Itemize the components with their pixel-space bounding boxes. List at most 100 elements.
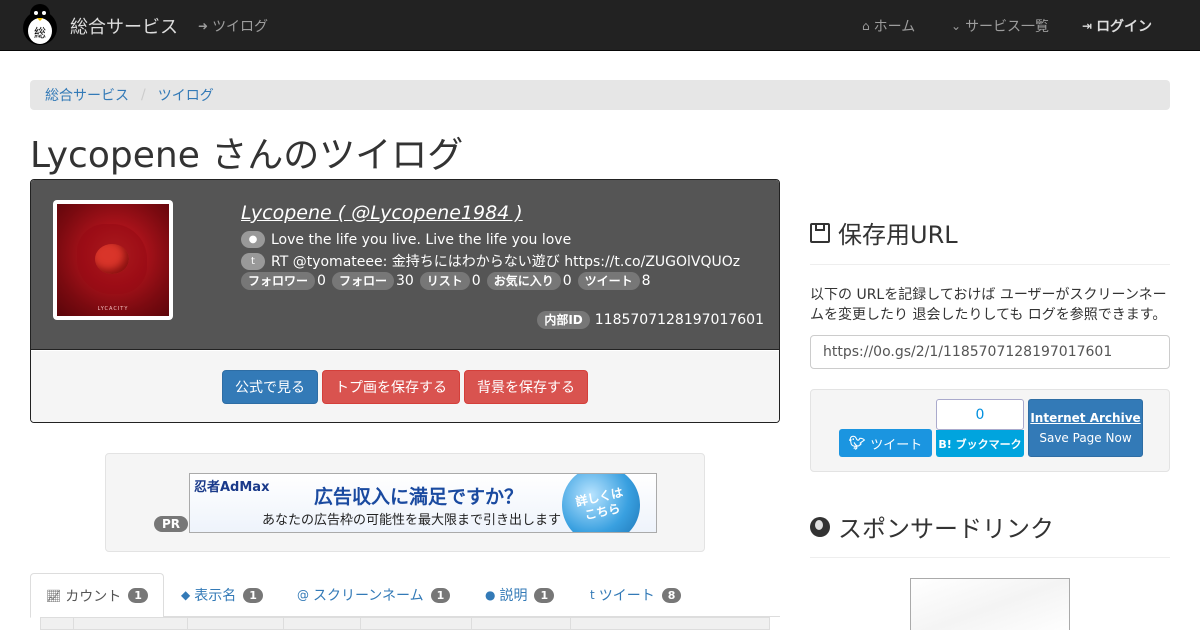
twitter-bird-icon: 🐦︎ <box>848 435 866 451</box>
home-icon: ⌂ <box>862 19 870 33</box>
stat-lists-label: リスト <box>419 272 470 290</box>
tab-description-label: 説明 <box>499 588 528 604</box>
internal-id-label: 内部ID <box>537 311 590 329</box>
hatena-bookmark-count: 0 <box>936 399 1024 430</box>
profile-stats: フォロワー 0 フォロー 30 リスト 0 お気に入り 0 ツイート 8 <box>241 272 655 290</box>
twitter-icon: t <box>241 252 265 270</box>
tab-display-name-badge: 1 <box>243 587 263 603</box>
save-url-heading: 保存用URL <box>810 215 958 250</box>
save-url-field[interactable]: https://0o.gs/2/1/1185707128197017601 <box>810 335 1170 369</box>
tab-display-name[interactable]: ◆ 表示名 1 <box>181 573 263 617</box>
ad-subtext: あなたの広告枠の可能性を最大限まで引き出します <box>262 513 562 528</box>
chevron-down-icon: ⌄ <box>951 19 962 33</box>
at-icon: @ <box>297 588 309 602</box>
breadcrumb-item-home[interactable]: 総合サービス <box>45 85 129 105</box>
brand-link[interactable]: 総合サービス <box>70 13 178 39</box>
profile-panel: LYCACITY Lycopene ( @Lycopene1984 ) ● Lo… <box>30 179 780 423</box>
stat-tweets-label: ツイート <box>577 272 640 290</box>
breadcrumb-separator: / <box>141 87 146 103</box>
divider <box>810 557 1170 558</box>
ad-cta-badge: 詳しくは こちら <box>554 474 648 532</box>
internet-archive-button[interactable]: Internet Archive Save Page Now <box>1028 399 1143 457</box>
stat-tweets-value: 8 <box>641 273 651 289</box>
nav-home-link[interactable]: ⌂ ホーム <box>862 16 915 36</box>
save-url-heading-text: 保存用URL <box>838 221 958 249</box>
nav-twilog-link[interactable]: ➜ ツイログ <box>198 16 268 36</box>
top-navbar: 総 総合サービス ➜ ツイログ ⌂ ホーム ⌄ サービス一覧 ⇥ ログイン <box>0 0 1200 51</box>
avatar-image: LYCACITY <box>57 204 169 316</box>
tab-description-badge: 1 <box>534 587 555 603</box>
globe-icon <box>810 516 830 537</box>
nav-twilog-label: ツイログ <box>212 19 269 35</box>
stat-following-value: 30 <box>395 273 414 289</box>
stat-favorites-value: 0 <box>562 273 572 289</box>
ad-well: PR 忍者AdMax 広告収入に満足ですか？ あなたの広告枠の可能性を最大限まで… <box>105 453 705 552</box>
profile-header: LYCACITY Lycopene ( @Lycopene1984 ) ● Lo… <box>31 180 779 350</box>
profile-actions: 公式で見る トプ画を保存する 背景を保存する <box>31 351 779 422</box>
breadcrumb: 総合サービス / ツイログ <box>30 80 1170 110</box>
profile-bio: ● Love the life you live. Live the life … <box>241 231 571 248</box>
profile-name-link[interactable]: Lycopene ( @Lycopene1984 ) <box>241 202 523 224</box>
profile-latest-tweet-text: RT @tyomateee: 金持ちにはわからない遊び https://t.co… <box>271 254 741 270</box>
sponsor-ad-frame[interactable] <box>910 578 1070 630</box>
count-table-header <box>40 617 770 630</box>
tab-screen-name-label: スクリーンネーム <box>313 588 424 604</box>
logo-char: 総 <box>34 26 46 40</box>
nav-services-label: サービス一覧 <box>965 19 1050 35</box>
avatar[interactable]: LYCACITY <box>53 200 173 320</box>
breadcrumb-item-twilog[interactable]: ツイログ <box>158 85 214 105</box>
page-title: Lycopene さんのツイログ <box>30 135 464 176</box>
stat-followers-label: フォロワー <box>241 272 316 290</box>
share-well: 🐦︎ ツイート 0 B! ブックマーク Internet Archive Sav… <box>810 389 1170 472</box>
internal-id: 内部ID 1185707128197017601 <box>537 311 764 329</box>
profile-latest-tweet: t RT @tyomateee: 金持ちにはわからない遊び https://t.… <box>241 251 740 271</box>
line-chart-icon: 📈︎ <box>46 588 62 603</box>
sponsor-heading-text: スポンサードリンク <box>838 515 1054 543</box>
pr-badge: PR <box>154 516 189 532</box>
tweet-share-button[interactable]: 🐦︎ ツイート <box>839 429 932 457</box>
internal-id-value: 1185707128197017601 <box>594 312 764 328</box>
ad-banner[interactable]: 忍者AdMax 広告収入に満足ですか？ あなたの広告枠の可能性を最大限まで引き出… <box>189 473 657 533</box>
twitter-icon: t <box>590 588 595 602</box>
stat-favorites-label: お気に入り <box>486 272 561 290</box>
internet-archive-action: Save Page Now <box>1039 431 1132 445</box>
ad-logo: 忍者AdMax <box>194 480 270 495</box>
divider <box>810 264 1170 265</box>
ad-headline: 広告収入に満足ですか？ <box>314 486 524 508</box>
tag-icon: ◆ <box>181 588 191 602</box>
avatar-caption: LYCACITY <box>97 306 129 312</box>
chevron-circle-right-icon: ➜ <box>198 19 209 33</box>
tab-screen-name-badge: 1 <box>430 587 451 603</box>
nav-login-link[interactable]: ⇥ ログイン <box>1082 16 1152 36</box>
comment-icon: ● <box>241 231 265 248</box>
stat-following-label: フォロー <box>331 272 394 290</box>
nav-services-link[interactable]: ⌄ サービス一覧 <box>951 16 1049 36</box>
hatena-bookmark-button[interactable]: B! ブックマーク <box>936 430 1024 457</box>
view-official-button[interactable]: 公式で見る <box>222 370 318 404</box>
stat-followers-value: 0 <box>317 273 326 289</box>
tab-tweets[interactable]: t ツイート 8 <box>590 573 682 617</box>
penguin-logo-icon[interactable]: 総 <box>20 2 60 46</box>
stat-lists-value: 0 <box>471 273 481 289</box>
tab-tweets-label: ツイート <box>598 588 655 604</box>
tweet-share-label: ツイート <box>870 437 923 453</box>
nav-login-label: ログイン <box>1096 19 1153 35</box>
tab-display-name-label: 表示名 <box>194 588 237 604</box>
tab-tweets-badge: 8 <box>661 587 682 603</box>
internet-archive-title: Internet Archive <box>1030 411 1141 425</box>
comment-icon: ● <box>485 588 496 602</box>
save-background-button[interactable]: 背景を保存する <box>464 370 588 404</box>
nav-home-label: ホーム <box>873 19 916 35</box>
tab-count[interactable]: 📈︎ カウント 1 <box>30 573 164 618</box>
tab-bar: 📈︎ カウント 1 ◆ 表示名 1 @ スクリーンネーム 1 ● 説明 1 t … <box>30 573 780 618</box>
tab-count-badge: 1 <box>128 588 148 603</box>
tab-screen-name[interactable]: @ スクリーンネーム 1 <box>297 573 451 617</box>
floppy-disk-icon <box>810 222 830 243</box>
sponsor-heading: スポンサードリンク <box>810 509 1054 544</box>
save-url-description: 以下の URLを記録しておけば ユーザーがスクリーンネームを変更したり 退会した… <box>810 287 1167 323</box>
tab-description[interactable]: ● 説明 1 <box>485 573 555 617</box>
sign-in-icon: ⇥ <box>1082 19 1093 33</box>
save-avatar-button[interactable]: トプ画を保存する <box>322 370 460 404</box>
tab-count-label: カウント <box>65 588 122 605</box>
profile-bio-text: Love the life you live. Live the life yo… <box>271 231 572 248</box>
